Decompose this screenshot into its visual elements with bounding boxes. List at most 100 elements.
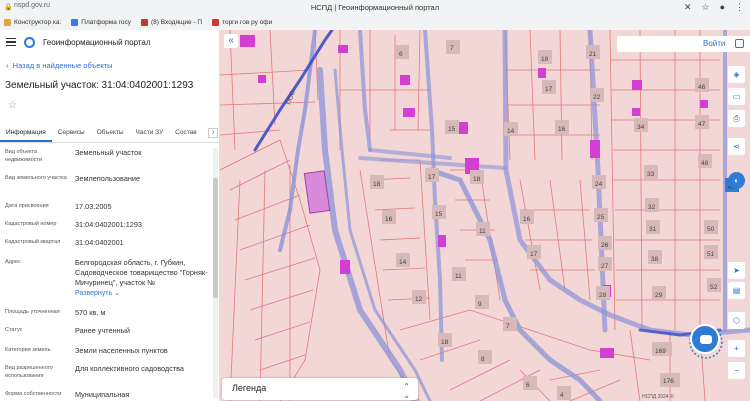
attribute-label: Адрес	[5, 259, 21, 265]
attribute-label: Статус	[5, 327, 23, 333]
chat-icon: ◐	[734, 176, 739, 185]
lot-label: 16	[385, 216, 393, 223]
lot-label: 16	[523, 216, 531, 223]
lot-label: 46	[698, 84, 706, 91]
browser-actions: ✕ ☆ ● ⋮	[684, 2, 744, 13]
lot-label: 9	[478, 301, 482, 308]
profile-icon[interactable]: ●	[720, 2, 725, 13]
attribute-value: Муниципальная	[75, 390, 130, 399]
attribute-label: Вид объекта недвижимости	[5, 149, 43, 163]
attribute-value: Ранее учтенный	[75, 326, 131, 335]
layers-tool-button[interactable]: ◈	[728, 66, 745, 83]
lot-label: 7	[450, 45, 454, 52]
attribute-label: Вид разрешенного использования	[5, 365, 53, 379]
lot-label: 25	[597, 214, 605, 221]
print-tool-button[interactable]: ⎙	[728, 110, 745, 127]
object-title: Земельный участок: 31:04:0402001:1293	[5, 80, 194, 91]
lot-label: 51	[707, 251, 715, 258]
lot-label: 27	[601, 263, 609, 270]
map-canvas[interactable]: ПОС 6 7 18 21 17 22 46 14 15 16 24 34 47…	[220, 30, 750, 401]
tab-objects[interactable]: Объекты	[91, 125, 130, 142]
lot-label: 18	[541, 56, 549, 63]
zoom-in-button[interactable]: +	[728, 340, 745, 357]
login-button[interactable]: Войти	[617, 36, 750, 52]
lot-label: 12	[415, 296, 423, 303]
menu-icon[interactable]	[6, 38, 16, 46]
tab-composition[interactable]: Состав	[169, 125, 203, 142]
attribute-value: 31:04:0402001:1293	[75, 220, 142, 229]
bookmark-item[interactable]: Платформа госу	[71, 18, 131, 26]
locate-me-button[interactable]: ➤	[728, 262, 745, 279]
tab-parts[interactable]: Части ЗУ	[130, 125, 170, 142]
bookmark-tool-button[interactable]: ▭	[728, 88, 745, 105]
login-icon[interactable]	[735, 39, 744, 48]
attribute-label: Кадастровый квартал	[5, 239, 61, 245]
lot-label: 14	[507, 128, 515, 135]
attribute-value: Земли населенных пунктов	[75, 346, 168, 355]
expand-link[interactable]: Развернуть ⌄	[75, 290, 120, 297]
tab-info[interactable]: Информация	[0, 125, 52, 142]
gosuslugi-button[interactable]: ◐	[728, 172, 745, 189]
lot-label: 18	[473, 176, 481, 183]
lot-label: 11	[455, 273, 462, 280]
tab-scroll-right-icon[interactable]: ›	[208, 128, 218, 138]
share-tool-button[interactable]: ⋖	[728, 138, 745, 155]
lot-label: 8	[481, 356, 485, 363]
lot-label: 17	[545, 86, 553, 93]
attribute-value: Землепользование	[75, 174, 141, 183]
lot-label: 26	[601, 242, 609, 249]
cadastral-map[interactable]: ПОС 6 7 18 21 17 22 46 14 15 16 24 34 47…	[220, 30, 750, 401]
lot-label: 4	[560, 392, 564, 399]
extensions-icon[interactable]: ✕	[684, 2, 692, 13]
lot-label: 29	[655, 292, 663, 299]
lot-label: 6	[526, 382, 530, 389]
bookmark-icon: ▭	[732, 92, 741, 101]
attribute-label: Вид земельного участка	[5, 175, 67, 181]
lot-label: 15	[448, 126, 456, 133]
back-link[interactable]: ‹ Назад в найденные объекты	[6, 61, 113, 70]
bookmark-item[interactable]: (8) Входящие - П	[141, 18, 202, 26]
favorite-star-icon[interactable]: ☆	[8, 100, 17, 111]
collapse-panel-button[interactable]: «	[224, 34, 238, 48]
bookmark-icon[interactable]: ☆	[701, 2, 709, 13]
plus-icon: +	[734, 344, 739, 353]
panel-scrollbar[interactable]	[213, 148, 218, 398]
lot-label: 34	[637, 124, 645, 131]
shield-tool-button[interactable]: ⬡	[728, 312, 745, 329]
print-icon: ⎙	[733, 114, 740, 123]
bookmark-item[interactable]: Конструктор ка:	[4, 18, 61, 26]
attribute-value: Белгородская область, г. Губкин, Садовод…	[75, 258, 208, 297]
attribute-value: Земельный участок	[75, 148, 142, 157]
tab-bar: Информация Сервисы Объекты Части ЗУ Сост…	[0, 125, 219, 143]
navigation-arrow-icon: ➤	[733, 266, 740, 275]
attribute-label: Дата присвоения	[5, 203, 49, 209]
measure-tool-button[interactable]: ▤	[728, 282, 745, 299]
lot-label: 31	[649, 226, 657, 233]
browser-chrome: 🔒 nspd.gov.ru НСПД | Геоинформационный п…	[0, 0, 750, 30]
attribute-label: Форма собственности	[5, 391, 62, 397]
bookmark-item[interactable]: торги гов ру офи	[212, 18, 272, 26]
lot-label: 15	[435, 211, 443, 218]
tab-services[interactable]: Сервисы	[52, 125, 91, 142]
lot-label: 52	[710, 284, 718, 291]
legend-dropdown[interactable]: Легенда ⌃ ⌄	[222, 378, 418, 400]
attribute-value: 31:04:0402001	[75, 238, 124, 247]
shield-icon: ⬡	[733, 316, 740, 325]
lot-label: 22	[593, 94, 601, 101]
zoom-out-button[interactable]: −	[728, 362, 745, 379]
attribute-value: 570 кв. м	[75, 308, 106, 317]
lot-label: 18	[373, 181, 381, 188]
lot-label: 169	[655, 348, 666, 355]
copyright-text: НСПД 2024 ©	[642, 394, 674, 400]
menu-icon[interactable]: ⋮	[735, 2, 744, 13]
scroll-thumb[interactable]	[213, 178, 218, 298]
lot-label: 24	[595, 181, 603, 188]
attribute-value: Для коллективного садоводства	[75, 364, 184, 373]
share-icon: ⋖	[733, 142, 740, 151]
lot-label: 17	[428, 174, 436, 181]
lot-label: 32	[648, 204, 656, 211]
support-chat-button[interactable]	[690, 324, 720, 354]
attribute-label: Категория земель	[5, 347, 51, 353]
info-panel: Геоинформационный портал ‹ Назад в найде…	[0, 30, 220, 401]
lot-label: 33	[647, 171, 655, 178]
